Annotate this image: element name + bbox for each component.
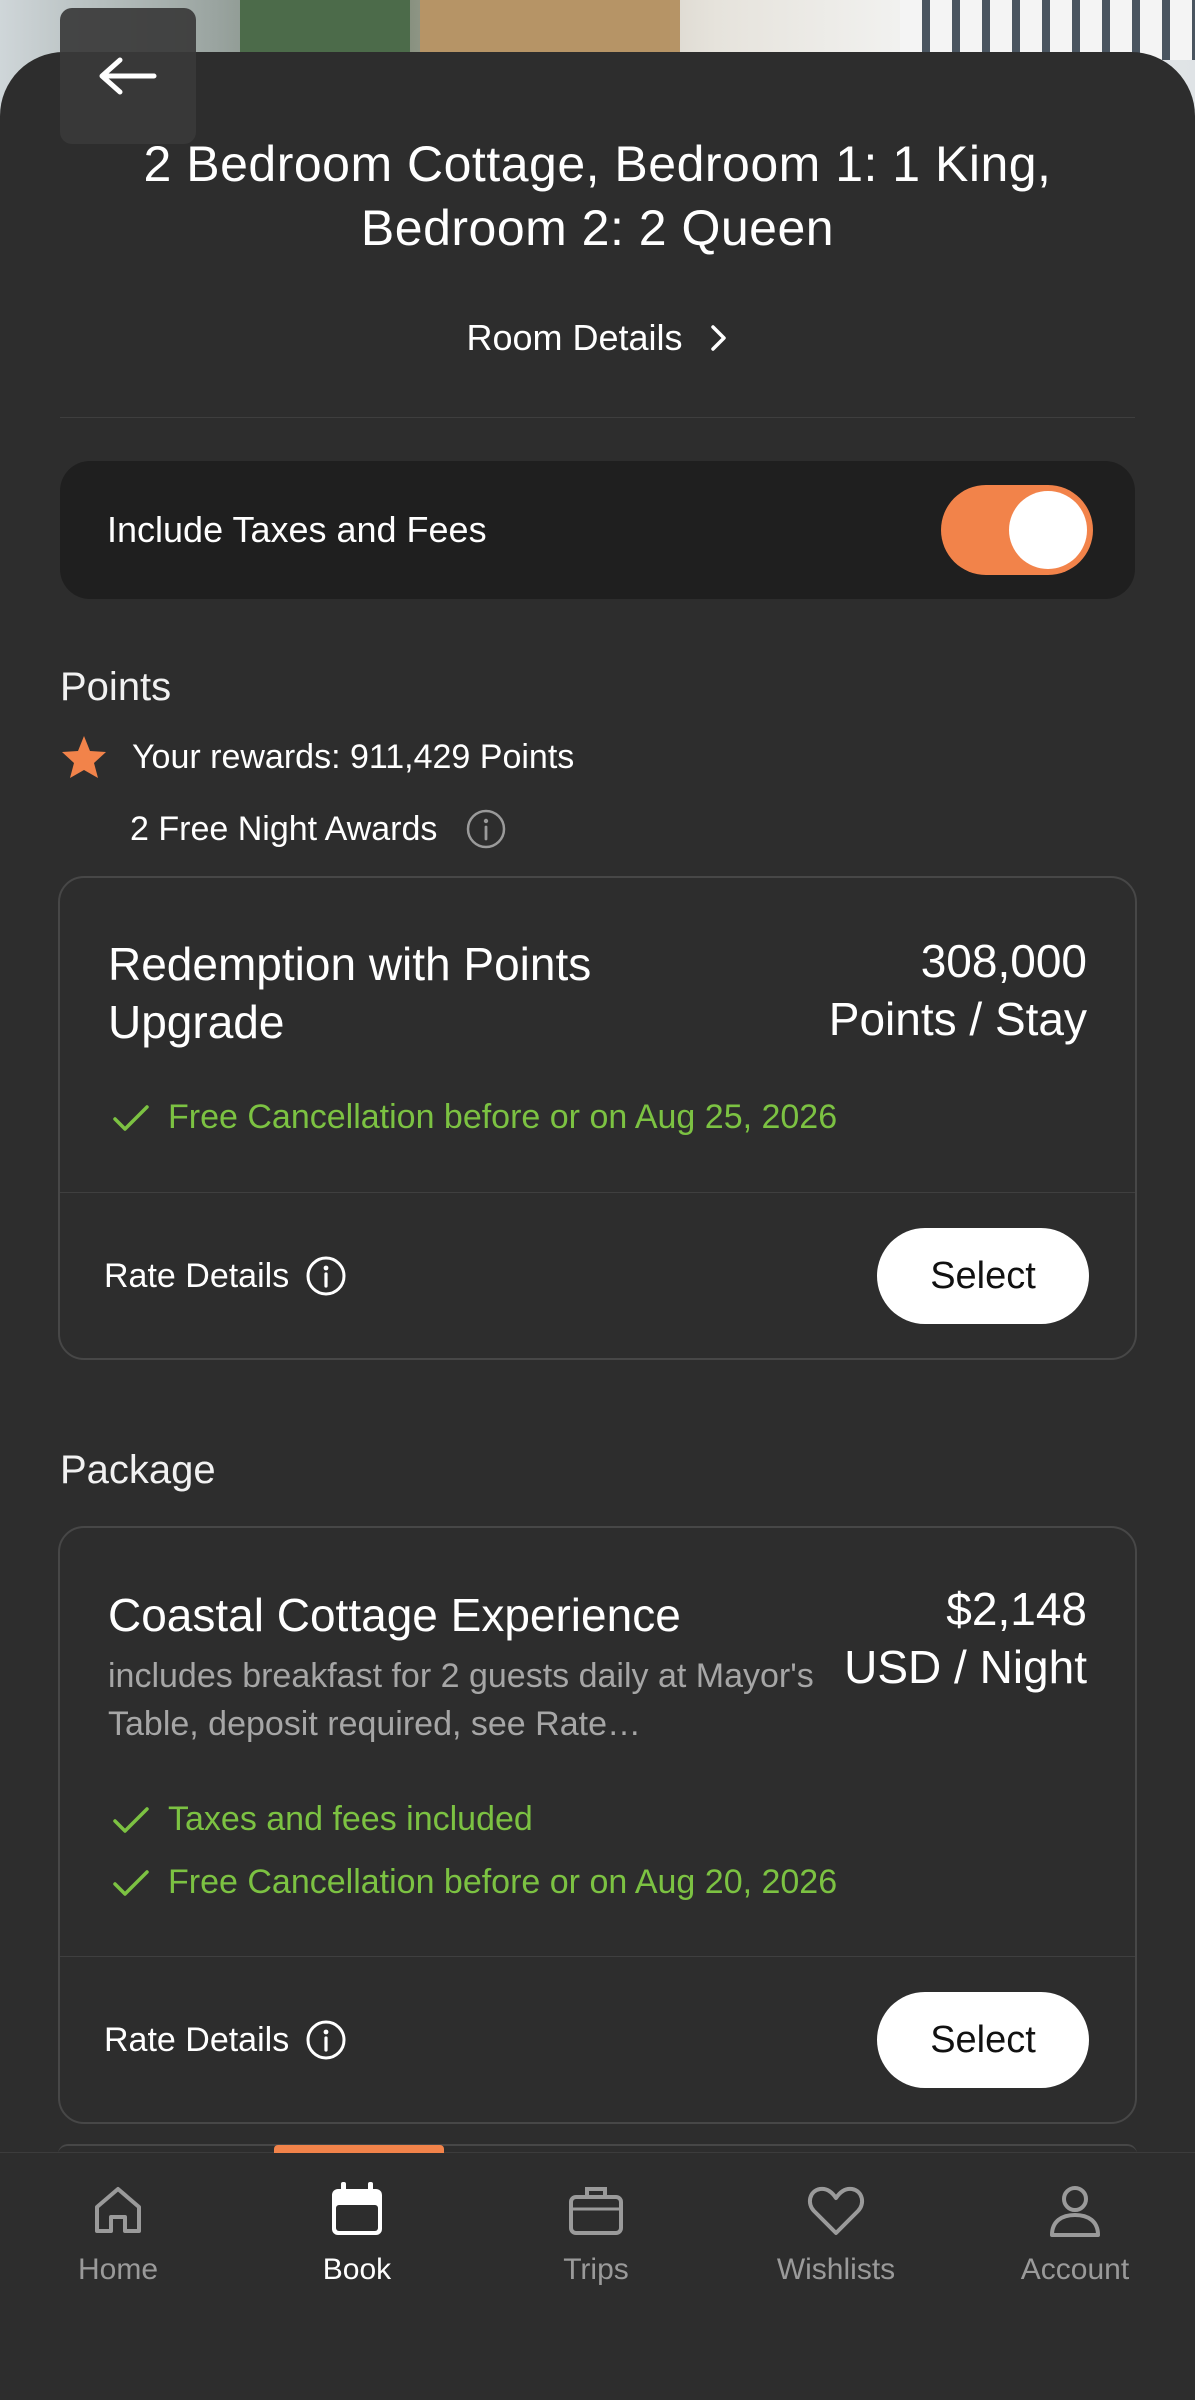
benefit-line: Free Cancellation before or on Aug 25, 2… [112,1098,837,1137]
benefit-text: Free Cancellation before or on Aug 25, 2… [168,1098,838,1136]
rate-name: Coastal Cottage Experience [108,1589,681,1641]
rate-details-label: Rate Details [104,1256,290,1295]
photo-plant [240,0,410,60]
nav-trips-label: Trips [563,2253,629,2286]
divider [60,417,1135,418]
rewards-row: Your rewards: 911,429 Points [60,732,574,782]
bottom-nav: Home Book Trips Wishlists Account [0,2145,1195,2400]
suitcase-icon [569,2187,623,2235]
price-amount: 308,000 [920,935,1087,987]
card-divider [60,1192,1135,1193]
rate-description: includes breakfast for 2 guests daily at… [108,1657,814,1743]
benefit-text: Taxes and fees included [168,1800,533,1838]
checkmark-icon [113,1104,149,1131]
select-button[interactable]: Select [877,1228,1089,1324]
nav-trips[interactable]: Trips [496,2179,696,2319]
rate-price: 308,000 Points / Stay [829,932,1087,1048]
nav-home-label: Home [77,2253,159,2286]
points-rate-card: Redemption with Points Upgrade 308,000 P… [58,876,1137,1360]
card-footer: Rate Details Select [104,1992,1089,2088]
info-icon [306,2020,346,2060]
photo-tiles [900,0,1195,60]
info-icon [306,1256,346,1296]
taxes-toggle-switch[interactable] [941,485,1093,575]
price-unit: USD / Night [844,1641,1087,1693]
card-footer: Rate Details Select [104,1228,1089,1324]
toggle-knob [1009,491,1087,569]
nav-book-label: Book [322,2253,392,2286]
arrow-left-icon [99,57,157,95]
benefit-line: Free Cancellation before or on Aug 20, 2… [112,1863,837,1902]
package-rate-card: Coastal Cottage Experience $2,148 USD / … [58,1526,1137,2124]
card-divider [60,1956,1135,1957]
room-title: 2 Bedroom Cottage, Bedroom 1: 1 King, Be… [143,136,1052,256]
free-night-awards-text: 2 Free Night Awards [130,809,438,848]
info-icon[interactable] [465,808,507,850]
home-icon [95,2187,141,2233]
nav-wishlists[interactable]: Wishlists [736,2179,936,2319]
checkmark-icon [113,1869,149,1896]
price-unit: Points / Stay [828,993,1087,1045]
free-night-awards-row: 2 Free Night Awards [130,804,507,854]
points-section-title: Points [60,665,172,709]
person-icon [1050,2186,1100,2237]
nav-account[interactable]: Account [975,2179,1175,2319]
photo-table [420,0,680,60]
checkmark-icon [113,1806,149,1833]
nav-book[interactable]: Book [257,2179,457,2319]
rate-details-link[interactable]: Rate Details [104,2019,347,2061]
select-button[interactable]: Select [877,1992,1089,2088]
rewards-text: Your rewards: 911,429 Points [132,737,575,776]
back-button[interactable] [60,8,196,144]
rate-name: Redemption with Points Upgrade [108,938,592,1048]
nav-home[interactable]: Home [18,2179,218,2319]
calendar-icon [332,2182,382,2235]
price-amount: $2,148 [946,1583,1087,1635]
taxes-toggle-card: Include Taxes and Fees [60,461,1135,599]
room-details-label: Room Details [466,317,683,358]
nav-account-label: Account [1020,2253,1130,2286]
heart-icon [807,2186,865,2235]
rate-details-label: Rate Details [104,2020,290,2059]
chevron-right-icon [710,325,726,351]
benefit-line: Taxes and fees included [112,1800,533,1839]
star-icon [62,736,106,778]
package-section-title: Package [60,1448,216,1492]
rate-price: $2,148 USD / Night [844,1580,1087,1696]
taxes-toggle-label: Include Taxes and Fees [107,509,487,550]
benefit-text: Free Cancellation before or on Aug 20, 2… [168,1863,838,1901]
nav-wishlists-label: Wishlists [776,2253,896,2286]
active-tab-indicator [274,2145,444,2153]
rate-details-link[interactable]: Rate Details [104,1255,347,1297]
room-details-link[interactable]: Room Details [0,310,1195,366]
